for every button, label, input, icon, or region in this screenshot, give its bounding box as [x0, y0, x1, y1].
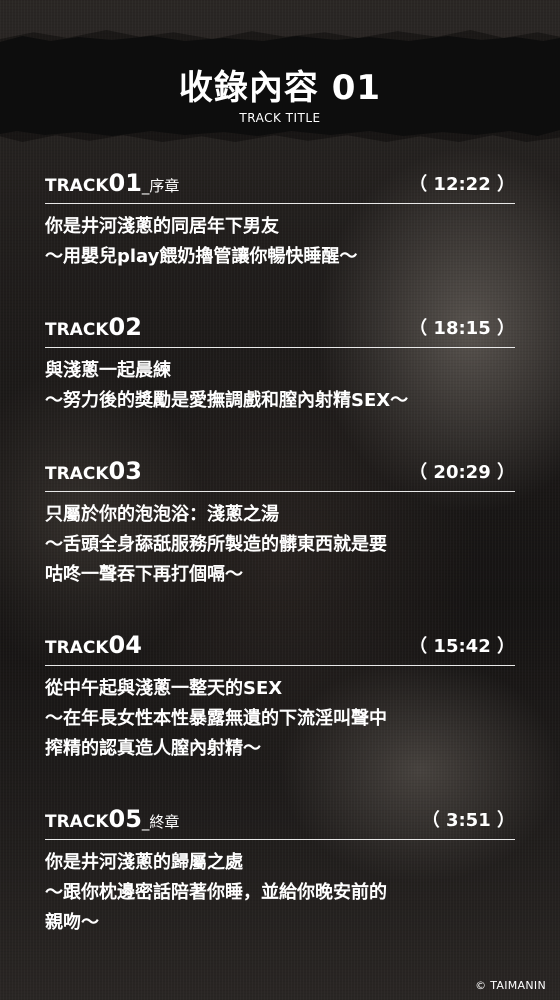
- track-label: TRACK01_序章: [45, 169, 179, 197]
- track-duration: （ 20:29 ）: [409, 462, 515, 483]
- track-description: 從中午起與淺蔥一整天的SEX ～在年長女性本性暴露無遺的下流淫叫聲中 搾精的認真…: [45, 674, 515, 764]
- track-suffix: _終章: [141, 813, 180, 831]
- track-subtitle-line: 搾精的認真造人膣內射精～: [45, 738, 261, 759]
- track-label: TRACK04: [45, 631, 142, 659]
- track-duration: （ 18:15 ）: [409, 318, 515, 339]
- track-header: TRACK05_終章 （ 3:51 ）: [45, 805, 515, 840]
- page-subtitle: TRACK TITLE: [239, 111, 321, 125]
- track-title-line: 只屬於你的泡泡浴：淺蔥之湯: [45, 504, 279, 525]
- track-label: TRACK03: [45, 457, 142, 485]
- track-duration: （ 12:22 ）: [409, 174, 515, 195]
- track-item-04: TRACK04 （ 15:42 ） 從中午起與淺蔥一整天的SEX ～在年長女性本…: [45, 631, 515, 764]
- track-word: TRACK: [45, 320, 109, 340]
- track-number: 04: [108, 631, 142, 659]
- track-suffix: _序章: [141, 177, 180, 195]
- header-banner: 收錄內容 01 TRACK TITLE: [0, 0, 560, 150]
- track-number: 02: [108, 313, 142, 341]
- track-duration: （ 3:51 ）: [421, 810, 515, 831]
- track-number: 03: [108, 457, 142, 485]
- track-header: TRACK01_序章 （ 12:22 ）: [45, 169, 515, 204]
- track-description: 只屬於你的泡泡浴：淺蔥之湯 ～舌頭全身舔舐服務所製造的髒東西就是要 咕咚一聲吞下…: [45, 500, 515, 590]
- track-label: TRACK05_終章: [45, 805, 179, 833]
- track-subtitle-line: ～跟你枕邊密話陪著你睡，並給你晚安前的: [45, 882, 387, 903]
- track-title-line: 你是井河淺蔥的歸屬之處: [45, 852, 243, 873]
- track-title-line: 你是井河淺蔥的同居年下男友: [45, 216, 279, 237]
- track-duration: （ 15:42 ）: [409, 636, 515, 657]
- track-label: TRACK02: [45, 313, 142, 341]
- track-word: TRACK: [45, 812, 109, 832]
- track-item-01: TRACK01_序章 （ 12:22 ） 你是井河淺蔥的同居年下男友 ～用嬰兒p…: [45, 169, 515, 272]
- page-title: 收錄內容 01: [178, 68, 382, 108]
- track-header: TRACK04 （ 15:42 ）: [45, 631, 515, 666]
- track-description: 與淺蔥一起晨練 ～努力後的獎勵是愛撫調戲和膣內射精SEX～: [45, 356, 515, 416]
- track-header: TRACK02 （ 18:15 ）: [45, 313, 515, 348]
- track-item-05: TRACK05_終章 （ 3:51 ） 你是井河淺蔥的歸屬之處 ～跟你枕邊密話陪…: [45, 805, 515, 938]
- track-subtitle-line: ～在年長女性本性暴露無遺的下流淫叫聲中: [45, 708, 387, 729]
- track-word: TRACK: [45, 176, 109, 196]
- track-subtitle-line: ～努力後的獎勵是愛撫調戲和膣內射精SEX～: [45, 390, 409, 411]
- track-subtitle-line: ～舌頭全身舔舐服務所製造的髒東西就是要: [45, 534, 387, 555]
- track-description: 你是井河淺蔥的歸屬之處 ～跟你枕邊密話陪著你睡，並給你晚安前的 親吻～: [45, 848, 515, 938]
- track-title-line: 與淺蔥一起晨練: [45, 360, 171, 381]
- track-number: 05: [108, 805, 142, 833]
- track-item-02: TRACK02 （ 18:15 ） 與淺蔥一起晨練 ～努力後的獎勵是愛撫調戲和膣…: [45, 313, 515, 416]
- track-item-03: TRACK03 （ 20:29 ） 只屬於你的泡泡浴：淺蔥之湯 ～舌頭全身舔舐服…: [45, 457, 515, 590]
- track-word: TRACK: [45, 638, 109, 658]
- copyright-notice: © TAIMANIN: [475, 979, 546, 992]
- track-number: 01: [108, 169, 142, 197]
- track-header: TRACK03 （ 20:29 ）: [45, 457, 515, 492]
- track-subtitle-line: 親吻～: [45, 912, 99, 933]
- track-subtitle-line: 咕咚一聲吞下再打個嗝～: [45, 564, 243, 585]
- track-word: TRACK: [45, 464, 109, 484]
- track-title-line: 從中午起與淺蔥一整天的SEX: [45, 678, 283, 699]
- track-subtitle-line: ～用嬰兒play餵奶擼管讓你暢快睡醒～: [45, 246, 358, 267]
- track-description: 你是井河淺蔥的同居年下男友 ～用嬰兒play餵奶擼管讓你暢快睡醒～: [45, 212, 515, 272]
